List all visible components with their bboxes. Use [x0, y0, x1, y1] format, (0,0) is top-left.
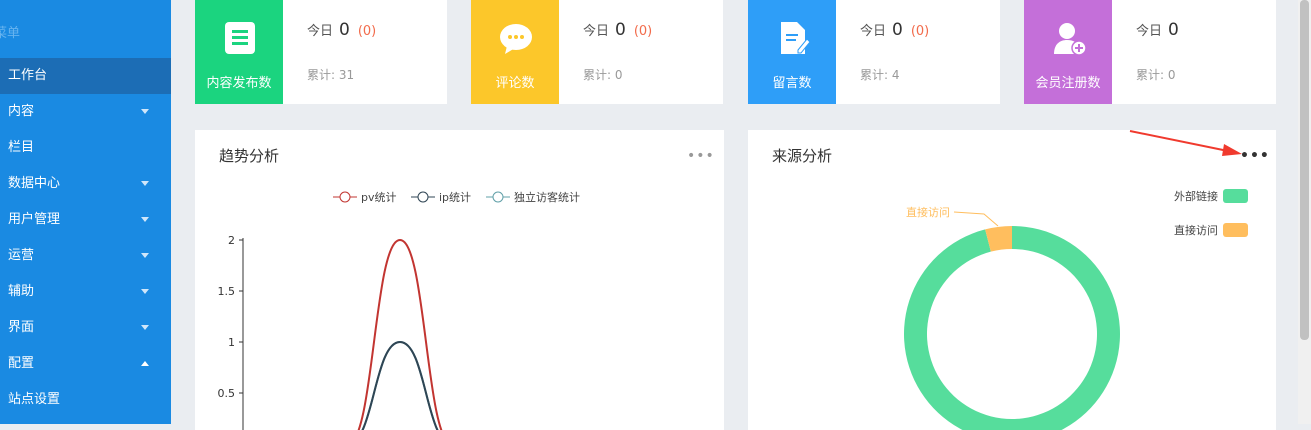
sidebar-item-label: 配置: [8, 356, 35, 371]
today-value: 0: [1168, 20, 1179, 40]
stat-card-icon-block: 会员注册数: [1024, 0, 1112, 104]
series-line: [361, 340, 439, 430]
trend-panel: 趋势分析 ••• 2 1.5 1 0.5 pv统计 ip统计 独立访客统计: [195, 130, 724, 430]
sidebar-item-label: 内容: [8, 104, 35, 119]
stat-card-icon-block: 评论数: [471, 0, 559, 104]
chevron-down-icon: [141, 217, 149, 222]
sidebar-item[interactable]: 辅助: [0, 274, 171, 310]
stat-card: 留言数 今日 0 (0) 累计: 4: [748, 0, 1000, 104]
legend-marker-circle: [417, 191, 429, 203]
user-add-icon: [1054, 23, 1087, 56]
pie-label: 直接访问: [906, 205, 950, 219]
today-delta: (0): [910, 24, 930, 39]
y-tick-label: 0.5: [218, 387, 236, 400]
legend-label[interactable]: 直接访问: [1174, 223, 1218, 237]
sidebar-item[interactable]: 界面: [0, 310, 171, 346]
legend-label[interactable]: ip统计: [439, 191, 471, 204]
legend-label[interactable]: 独立访客统计: [514, 190, 580, 204]
scrollbar[interactable]: [1298, 0, 1311, 424]
legend-swatch[interactable]: [1223, 189, 1248, 203]
today-value: 0: [339, 20, 350, 40]
stat-card-label: 内容发布数: [206, 76, 272, 91]
chevron-up-icon: [141, 361, 149, 366]
legend-label[interactable]: 外部链接: [1174, 189, 1218, 203]
chevron-down-icon: [141, 109, 149, 114]
sidebar-item-label: 辅助: [8, 284, 35, 299]
document-icon: [225, 22, 255, 54]
source-chart: 直接访问 外部链接直接访问: [904, 189, 1248, 430]
sidebar-item[interactable]: 配置: [0, 346, 171, 382]
scrollbar-thumb[interactable]: [1300, 0, 1309, 340]
sidebar-item-label: 栏目: [8, 140, 35, 155]
today-label: 今日: [583, 24, 610, 39]
sidebar-item[interactable]: 工作台: [0, 58, 171, 94]
pie-slice[interactable]: [904, 226, 1120, 430]
legend-marker-circle: [492, 191, 504, 203]
sidebar-item[interactable]: 栏目: [0, 130, 171, 166]
menu-title: 菜单: [0, 26, 21, 41]
pie-label-line: [953, 211, 999, 227]
stat-card: 会员注册数 今日 0 累计: 0: [1024, 0, 1276, 104]
legend-label[interactable]: pv统计: [361, 191, 397, 204]
today-value: 0: [615, 20, 626, 40]
chevron-down-icon: [141, 289, 149, 294]
stat-card-icon-block: 留言数: [748, 0, 836, 104]
today-label: 今日: [1136, 24, 1163, 39]
sidebar-item[interactable]: 运营: [0, 238, 171, 274]
today-value: 0: [892, 20, 903, 40]
series-line: [357, 238, 443, 430]
sidebar-item[interactable]: 用户管理: [0, 202, 171, 238]
chevron-down-icon: [141, 181, 149, 186]
total-count: 累计: 0: [1136, 68, 1176, 82]
sidebar-item-label: 用户管理: [8, 212, 61, 227]
stat-card-label: 会员注册数: [1035, 76, 1101, 91]
legend-swatch[interactable]: [1223, 223, 1248, 237]
total-count: 累计: 31: [307, 68, 355, 82]
stat-card-icon-block: 内容发布数: [195, 0, 283, 104]
stat-card-label: 留言数: [772, 76, 812, 91]
trend-chart: 2 1.5 1 0.5 pv统计 ip统计 独立访客统计: [218, 190, 580, 430]
legend-marker-circle: [339, 191, 351, 203]
y-tick-label: 1: [228, 336, 235, 349]
today-label: 今日: [307, 24, 334, 39]
series-line: [361, 340, 439, 430]
source-panel: 来源分析 ••• 直接访问 外部链接 直接访问: [748, 130, 1276, 430]
message-edit-icon: [781, 22, 811, 54]
sidebar-item-label: 界面: [8, 320, 35, 335]
today-delta: (0): [633, 24, 653, 39]
comment-icon: [500, 24, 532, 54]
sidebar-item-label: 工作台: [8, 68, 48, 83]
sidebar-item-label: 数据中心: [8, 176, 61, 191]
chevron-down-icon: [141, 253, 149, 258]
sidebar-item-label: 站点设置: [8, 392, 61, 407]
total-count: 累计: 4: [860, 68, 900, 82]
sidebar-item-label: 运营: [8, 248, 35, 263]
stat-card: 内容发布数 今日 0 (0) 累计: 31: [195, 0, 447, 104]
total-count: 累计: 0: [583, 68, 623, 82]
sidebar-item[interactable]: 内容: [0, 94, 171, 130]
y-tick-label: 2: [228, 234, 235, 247]
stat-card-label: 评论数: [495, 76, 535, 91]
sidebar-item[interactable]: 数据中心: [0, 166, 171, 202]
y-tick-label: 1.5: [218, 285, 236, 298]
today-label: 今日: [860, 24, 887, 39]
sidebar-item[interactable]: 站点设置: [0, 382, 171, 418]
stat-card: 评论数 今日 0 (0) 累计: 0: [471, 0, 723, 104]
chevron-down-icon: [141, 325, 149, 330]
sidebar: 菜单 工作台内容栏目数据中心用户管理运营辅助界面配置站点设置: [0, 0, 171, 424]
today-delta: (0): [357, 24, 377, 39]
